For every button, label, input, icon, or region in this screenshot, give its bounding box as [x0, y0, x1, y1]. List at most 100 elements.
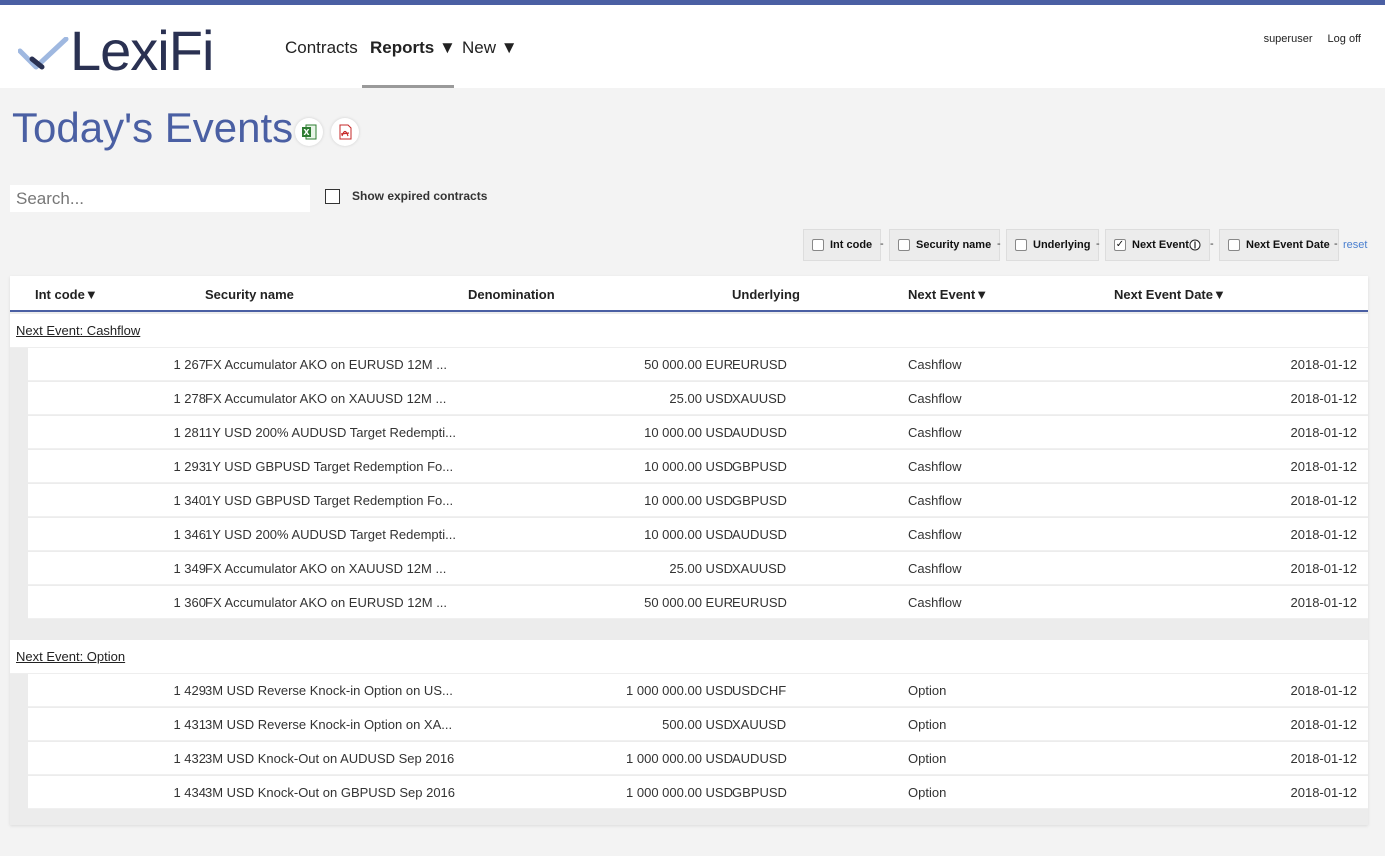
svg-text:X: X	[303, 128, 310, 137]
cell-next-event: Cashflow	[908, 493, 962, 508]
column-header-underlying[interactable]: Underlying	[732, 287, 800, 302]
cell-int-code: 1 281	[173, 425, 206, 440]
cell-int-code: 1 432	[173, 751, 206, 766]
column-header-denomination[interactable]: Denomination	[468, 287, 555, 302]
cell-underlying: USDCHF	[732, 683, 787, 698]
cell-underlying: GBPUSD	[732, 785, 787, 800]
group-title[interactable]: Next Event: Option	[16, 649, 125, 664]
sort-separator: -	[1096, 238, 1100, 250]
cell-security-name: FX Accumulator AKO on EURUSD 12M ...	[205, 357, 448, 372]
table-header: Int code▼ Security name Denomination Und…	[10, 276, 1368, 312]
column-header-int-code[interactable]: Int code▼	[35, 287, 98, 302]
cell-next-event-date: 2018-01-12	[1290, 785, 1358, 800]
checkbox[interactable]	[1228, 239, 1240, 251]
top-bar: LexiFi Contracts Reports ▼ New ▼ superus…	[0, 0, 1385, 88]
table-row[interactable]: 1 349 FX Accumulator AKO on XAUUSD 12M ..…	[28, 552, 1368, 585]
show-expired-checkbox[interactable]	[325, 189, 340, 204]
checkbox[interactable]	[1015, 239, 1027, 251]
excel-icon: X	[302, 124, 317, 140]
cell-underlying: AUDUSD	[732, 751, 787, 766]
cell-next-event: Option	[908, 751, 947, 766]
table-row[interactable]: 1 432 3M USD Knock-Out on AUDUSD Sep 2016…	[28, 742, 1368, 775]
cell-denomination: 1 000 000.00 USD	[626, 751, 733, 766]
table-row[interactable]: 1 267 FX Accumulator AKO on EURUSD 12M ..…	[28, 348, 1368, 381]
nav-contracts[interactable]: Contracts	[285, 38, 358, 58]
sort-separator: -	[997, 238, 1001, 250]
table-row[interactable]: 1 293 1Y USD GBPUSD Target Redemption Fo.…	[28, 450, 1368, 483]
cell-security-name: FX Accumulator AKO on XAUUSD 12M ...	[205, 391, 447, 406]
sort-chip-next-event[interactable]: ✓ Next Event	[1105, 229, 1210, 261]
lexifi-logo[interactable]: LexiFi	[18, 23, 228, 83]
cell-security-name: 3M USD Reverse Knock-in Option on US...	[205, 683, 453, 698]
cell-denomination: 10 000.00 USD	[644, 459, 733, 474]
cell-security-name: 1Y USD GBPUSD Target Redemption Fo...	[205, 493, 454, 508]
table-row[interactable]: 1 278 FX Accumulator AKO on XAUUSD 12M ..…	[28, 382, 1368, 415]
cell-denomination: 10 000.00 USD	[644, 493, 733, 508]
sort-chip-label: Next Event	[1132, 239, 1189, 251]
cell-next-event-date: 2018-01-12	[1290, 425, 1358, 440]
sort-chip-underlying[interactable]: Underlying	[1006, 229, 1100, 261]
table-row[interactable]: 1 431 3M USD Reverse Knock-in Option on X…	[28, 708, 1368, 741]
sort-separator: -	[880, 238, 884, 250]
table-row[interactable]: 1 429 3M USD Reverse Knock-in Option on U…	[28, 674, 1368, 707]
cell-denomination: 500.00 USD	[662, 717, 733, 732]
cell-int-code: 1 360	[173, 595, 206, 610]
group-title[interactable]: Next Event: Cashflow	[16, 323, 140, 338]
cell-next-event: Cashflow	[908, 527, 962, 542]
username-link[interactable]: superuser	[1264, 33, 1313, 45]
sort-chip-label: Security name	[916, 239, 992, 251]
nav-new[interactable]: New ▼	[462, 38, 518, 58]
search-input[interactable]	[10, 185, 310, 212]
cell-security-name: FX Accumulator AKO on XAUUSD 12M ...	[205, 561, 447, 576]
table-row[interactable]: 1 360 FX Accumulator AKO on EURUSD 12M ..…	[28, 586, 1368, 619]
checkbox[interactable]	[898, 239, 910, 251]
nav-reports[interactable]: Reports ▼	[370, 38, 456, 58]
cell-int-code: 1 278	[173, 391, 206, 406]
cell-underlying: XAUUSD	[732, 717, 787, 732]
sort-chip-next-event-date[interactable]: Next Event Date	[1219, 229, 1339, 261]
cell-next-event-date: 2018-01-12	[1290, 683, 1358, 698]
checkbox[interactable]	[812, 239, 824, 251]
cell-denomination: 10 000.00 USD	[644, 425, 733, 440]
pdf-icon	[339, 124, 352, 140]
user-menu: superuser Log off	[1252, 33, 1361, 45]
cell-underlying: GBPUSD	[732, 493, 787, 508]
table-row[interactable]: 1 346 1Y USD 200% AUDUSD Target Redempti.…	[28, 518, 1368, 551]
column-header-next-event-date[interactable]: Next Event Date▼	[1114, 287, 1226, 302]
cell-denomination: 25.00 USD	[669, 561, 733, 576]
cell-next-event: Cashflow	[908, 391, 962, 406]
cell-security-name: 3M USD Knock-Out on GBPUSD Sep 2016	[205, 785, 456, 800]
cursor-icon	[1189, 239, 1201, 251]
cell-denomination: 1 000 000.00 USD	[626, 683, 733, 698]
group-header: Next Event: Cashflow	[10, 314, 1368, 348]
cell-next-event: Cashflow	[908, 595, 962, 610]
cell-next-event-date: 2018-01-12	[1290, 459, 1358, 474]
cell-int-code: 1 434	[173, 785, 206, 800]
cell-next-event-date: 2018-01-12	[1290, 357, 1358, 372]
cell-int-code: 1 340	[173, 493, 206, 508]
column-header-next-event[interactable]: Next Event▼	[908, 287, 988, 302]
group-header: Next Event: Option	[10, 640, 1368, 674]
sort-separator: -	[1210, 238, 1214, 250]
checkbox-checked[interactable]: ✓	[1114, 239, 1126, 251]
sort-chip-label: Underlying	[1033, 239, 1091, 251]
export-excel-button[interactable]: X	[295, 118, 323, 146]
table-row[interactable]: 1 281 1Y USD 200% AUDUSD Target Redempti.…	[28, 416, 1368, 449]
table-row[interactable]: 1 434 3M USD Knock-Out on GBPUSD Sep 2016…	[28, 776, 1368, 809]
sort-chip-int-code[interactable]: Int code	[803, 229, 882, 261]
logoff-link[interactable]: Log off	[1328, 33, 1361, 45]
sort-chip-security-name[interactable]: Security name	[889, 229, 1001, 261]
cell-denomination: 25.00 USD	[669, 391, 733, 406]
table-row[interactable]: 1 340 1Y USD GBPUSD Target Redemption Fo.…	[28, 484, 1368, 517]
show-expired-label: Show expired contracts	[352, 189, 488, 203]
cell-security-name: 3M USD Knock-Out on AUDUSD Sep 2016	[205, 751, 455, 766]
cell-next-event-date: 2018-01-12	[1290, 561, 1358, 576]
cell-int-code: 1 346	[173, 527, 206, 542]
cell-int-code: 1 349	[173, 561, 206, 576]
column-header-security-name[interactable]: Security name	[205, 287, 294, 302]
cell-underlying: GBPUSD	[732, 459, 787, 474]
reset-link[interactable]: reset	[1343, 239, 1367, 251]
export-pdf-button[interactable]	[331, 118, 359, 146]
cell-int-code: 1 267	[173, 357, 206, 372]
logo-check-icon	[18, 37, 69, 70]
